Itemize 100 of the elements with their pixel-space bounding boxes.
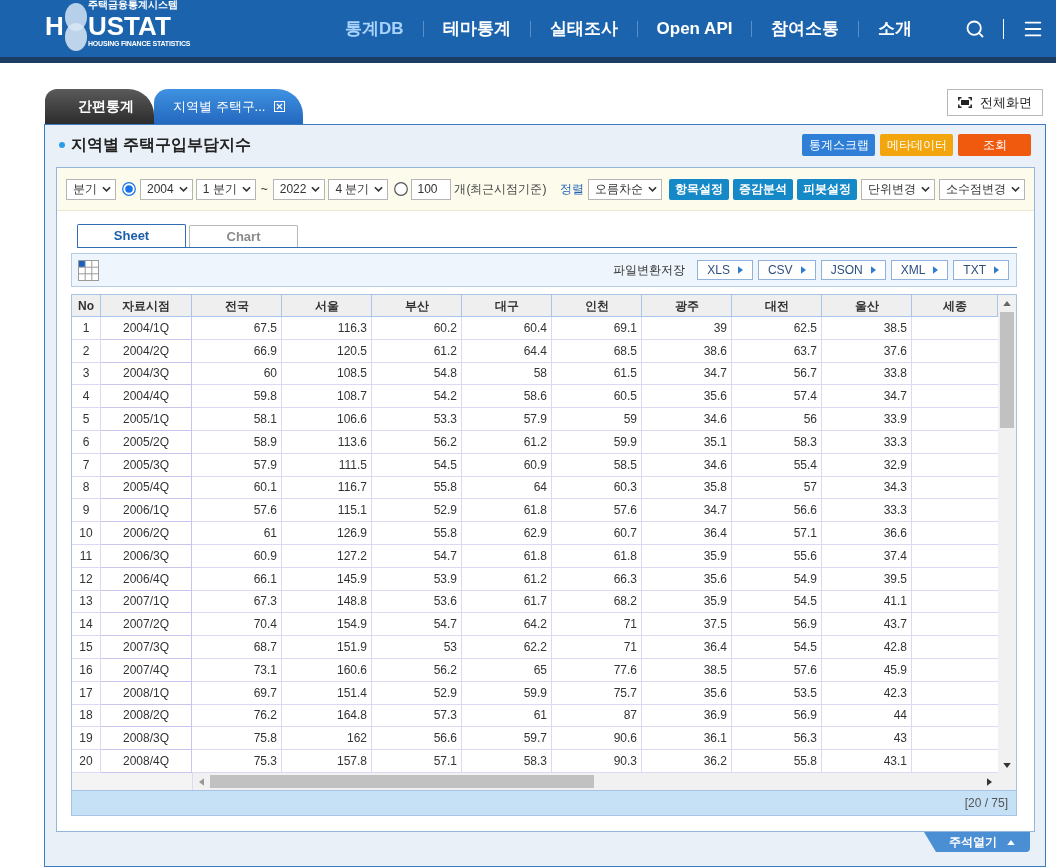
scrollbar-thumb[interactable] — [210, 775, 594, 788]
nav-link[interactable]: 소개 — [878, 15, 913, 42]
dropdown[interactable]: 2022 — [272, 178, 326, 200]
dropdown[interactable]: 오름차순 — [588, 178, 663, 200]
tool-button[interactable]: 피봇설정 — [797, 178, 857, 200]
table-cell: 2006/2Q — [101, 522, 192, 545]
chevron-down-icon — [178, 186, 188, 192]
table-cell: 54.5 — [372, 453, 462, 477]
nav-link[interactable]: 실태조사 — [549, 15, 618, 42]
table-cell: 75.3 — [192, 750, 282, 773]
triangle-right-icon — [933, 266, 939, 274]
tool-button[interactable]: 증감분석 — [733, 178, 793, 200]
table-cell: 75.7 — [552, 681, 642, 705]
horizontal-scrollbar[interactable] — [193, 773, 998, 790]
search-icon[interactable] — [965, 18, 985, 39]
row-number: 5 — [72, 408, 101, 431]
chevron-down-icon — [648, 186, 658, 192]
table-cell: 43.7 — [822, 613, 912, 637]
export-button[interactable]: JSON — [820, 260, 886, 280]
table-cell: 62.2 — [462, 636, 552, 659]
action-button[interactable]: 통계스크랩 — [802, 134, 875, 156]
table-cell: 2004/3Q — [101, 362, 192, 386]
row-number: 12 — [72, 567, 101, 591]
row-number: 13 — [72, 590, 101, 614]
table-cell: 54.2 — [372, 385, 462, 409]
table-cell: 34.7 — [822, 385, 912, 409]
row-number: 9 — [72, 499, 101, 523]
table-cell: 2006/3Q — [101, 544, 192, 568]
table-cell: 34.7 — [642, 362, 732, 386]
table-cell: 57.3 — [372, 704, 462, 728]
table-cell: 34.7 — [642, 499, 732, 523]
table-cell: 53.3 — [372, 408, 462, 431]
export-button[interactable]: CSV — [757, 260, 816, 280]
table-cell: 53 — [372, 636, 462, 659]
table-cell: 116.7 — [282, 476, 372, 500]
table-cell: 162 — [282, 727, 372, 751]
close-icon[interactable] — [274, 101, 286, 112]
vertical-scrollbar[interactable] — [998, 295, 1016, 773]
fullscreen-button[interactable]: 전체화면 — [947, 89, 1043, 116]
table-cell: 61 — [462, 704, 552, 728]
table-cell: 2005/1Q — [101, 408, 192, 431]
table-cell: 37.5 — [642, 613, 732, 637]
tab[interactable]: 간편통계 — [45, 89, 154, 124]
table-cell: 33.9 — [822, 408, 912, 431]
dropdown[interactable]: 1 분기 — [195, 178, 256, 200]
table-cell: 2004/1Q — [101, 317, 192, 340]
nav-link[interactable]: 통계DB — [345, 15, 404, 42]
dropdown[interactable]: 분기 — [66, 178, 116, 200]
table-cell: 61.8 — [462, 499, 552, 523]
table-cell: 38.6 — [642, 339, 732, 363]
table-cell: 59.9 — [462, 681, 552, 705]
row-number: 1 — [72, 317, 101, 340]
nav-link[interactable]: 테마통계 — [442, 15, 511, 42]
chevron-down-icon — [241, 186, 251, 192]
export-button[interactable]: XLS — [697, 260, 753, 280]
view-tab[interactable]: Sheet — [77, 224, 186, 247]
table-cell: 35.6 — [642, 567, 732, 591]
table-cell: 53.6 — [372, 590, 462, 614]
table-cell: 113.6 — [282, 431, 372, 454]
table-cell: 126.9 — [282, 522, 372, 545]
table-cell: 52.9 — [372, 681, 462, 705]
dropdown[interactable]: 4 분기 — [328, 178, 389, 200]
table-cell: 68.7 — [192, 636, 282, 659]
table-cell: 59.7 — [462, 727, 552, 751]
table-cell: 34.3 — [822, 476, 912, 500]
dropdown[interactable]: 2004 — [140, 178, 193, 200]
radio-button[interactable] — [394, 182, 409, 196]
table-cell: 157.8 — [282, 750, 372, 773]
table-cell: 2007/2Q — [101, 613, 192, 637]
radio-button[interactable] — [122, 182, 136, 196]
export-button[interactable]: XML — [890, 260, 949, 280]
scrollbar-thumb[interactable] — [1000, 312, 1014, 428]
row-number: 16 — [72, 658, 101, 682]
table-cell: 2006/4Q — [101, 567, 192, 591]
tab[interactable]: 지역별 주택구... — [154, 89, 304, 124]
table-cell: 62.5 — [732, 317, 822, 340]
dropdown[interactable]: 소수점변경 — [939, 178, 1025, 200]
table-cell: 57.4 — [732, 385, 822, 409]
column-header: 인천 — [552, 295, 642, 317]
dropdown[interactable]: 단위변경 — [861, 178, 935, 200]
sort-label: 정렬 — [560, 181, 585, 198]
table-cell: 41.1 — [822, 590, 912, 614]
export-button[interactable]: TXT — [953, 260, 1009, 280]
row-number: 15 — [72, 636, 101, 659]
table-cell: 55.4 — [732, 453, 822, 477]
tool-button[interactable]: 항목설정 — [669, 178, 729, 200]
table-cell: 45.9 — [822, 658, 912, 682]
nav-link[interactable]: 참여소통 — [771, 15, 840, 42]
column-header: 대전 — [732, 295, 822, 317]
count-field[interactable]: 100 — [411, 178, 452, 200]
export-label: 파일변환저장 — [613, 262, 686, 279]
table-cell: 2005/2Q — [101, 431, 192, 454]
nav-link[interactable]: Open API — [656, 15, 733, 42]
row-number: 8 — [72, 476, 101, 500]
grid-layout-icon[interactable] — [78, 259, 99, 281]
table-cell: 36.6 — [822, 522, 912, 545]
table-cell: 90.6 — [552, 727, 642, 751]
table-cell: 75.8 — [192, 727, 282, 751]
table-cell: 120.5 — [282, 339, 372, 363]
table-cell: 57 — [732, 476, 822, 500]
